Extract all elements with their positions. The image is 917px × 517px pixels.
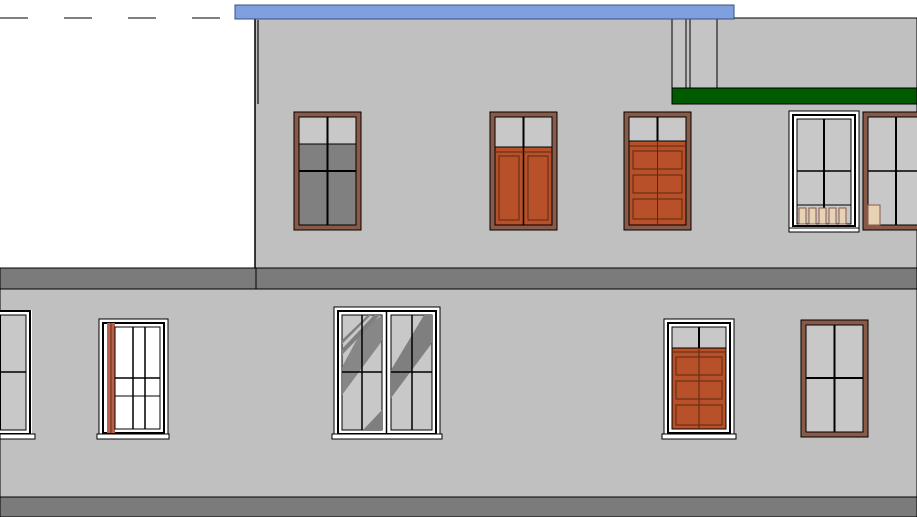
lower-window-3: [331, 306, 443, 440]
upper-window-4: [788, 110, 860, 233]
lower-window-5: [800, 319, 869, 438]
upper-window-1: [293, 111, 362, 231]
upper-window-3: [623, 111, 692, 231]
lower-window-1: [0, 310, 32, 436]
upper-window-5: [862, 111, 917, 231]
mid-ledge: [0, 267, 917, 290]
lower-window-4: [661, 318, 737, 440]
roof-edge: [234, 4, 735, 20]
elevation-drawing: [0, 0, 917, 517]
upper-window-2: [489, 111, 558, 231]
green-roof-strip: [671, 87, 917, 105]
lower-window-1-sill: [0, 433, 36, 440]
elevation-canvas: [0, 4, 917, 517]
base-ledge: [0, 496, 917, 517]
lower-window-2: [96, 318, 170, 440]
